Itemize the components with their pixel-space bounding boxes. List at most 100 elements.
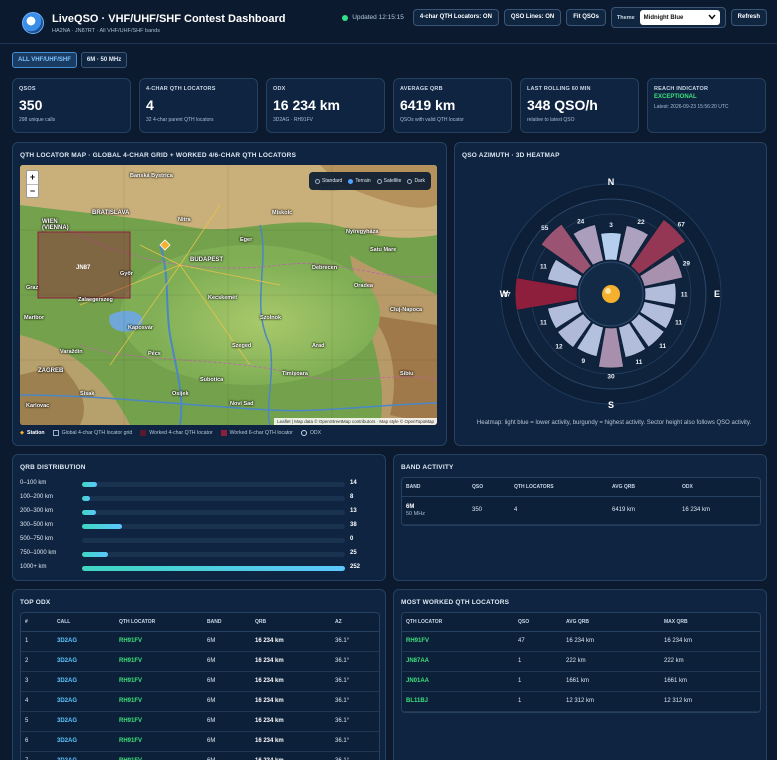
top-odx-table: # CALL QTH LOCATOR BAND QRB AZ 1 3D2AG RH9… — [21, 613, 379, 760]
qrb-bar-track — [82, 496, 345, 501]
band-cell: 6M 50 MHz — [402, 496, 468, 525]
zoom-out-button[interactable]: − — [27, 184, 38, 197]
map-city-label: Zalaegerszeg — [78, 297, 113, 303]
table-row[interactable]: JN87AA 1 222 km 222 km — [402, 651, 760, 672]
band-6m-button[interactable]: 6M · 50 MHz — [80, 52, 128, 68]
map-city-label: Szeged — [232, 343, 252, 349]
most-worked-panel: MOST WORKED QTH LOCATORS QTH LOCATOR QSO… — [393, 589, 767, 760]
call-cell[interactable]: 3D2AG — [53, 691, 115, 712]
map-city-label: Cluj-Napoca — [390, 307, 423, 313]
qrb-cell: 16 234 km — [251, 631, 331, 652]
rank-cell: 4 — [21, 691, 53, 712]
zoom-in-button[interactable]: + — [27, 171, 38, 184]
az-cell: 36.1° — [331, 711, 379, 732]
map-city-label: ZAGREB — [38, 368, 64, 374]
theme-dropdown[interactable]: Midnight Blue — [639, 10, 720, 25]
locator-cell[interactable]: RH91FV — [115, 631, 203, 652]
table-row[interactable]: 73D2AGRH91FV6M16 234 km36.1° — [21, 751, 379, 760]
stat-label: ODX — [273, 86, 286, 92]
col-header: MAX QRB — [660, 613, 760, 632]
locator-cell[interactable]: JN01AA — [402, 671, 514, 692]
rank-cell: 3 — [21, 671, 53, 692]
qrb-range-label: 750–1000 km — [20, 550, 57, 556]
locator-cell[interactable]: RH91FV — [402, 631, 514, 652]
theme-value: Midnight Blue — [643, 14, 684, 21]
locator-cell[interactable]: RH91FV — [115, 691, 203, 712]
update-status: Updated 12:15:15 — [342, 14, 404, 21]
legend-worked-4: Worked 4-char QTH locator — [140, 430, 213, 436]
az-cell: 36.1° — [331, 751, 379, 760]
qso-lines-toggle-button[interactable]: QSO Lines: ON — [503, 9, 562, 26]
radio-icon — [315, 178, 321, 184]
band-cell: 6M — [203, 671, 251, 692]
locators-toggle-button[interactable]: 4-char QTH Locators: ON — [412, 9, 499, 26]
theme-selector: Theme Midnight Blue — [610, 7, 726, 28]
fit-qsos-button[interactable]: Fit QSOs — [566, 9, 606, 26]
col-header: CALL — [53, 613, 115, 632]
col-header: AZ — [331, 613, 379, 632]
call-cell[interactable]: 3D2AG — [53, 631, 115, 652]
locator-cell[interactable]: RH91FV — [115, 711, 203, 732]
zoom-control: + − — [26, 170, 39, 198]
map-title: QTH LOCATOR MAP · GLOBAL 4-CHAR GRID + W… — [20, 152, 297, 159]
qrb-count: 8 — [350, 494, 354, 500]
legend-odx: ODX — [300, 430, 321, 436]
top-odx-table-wrap: # CALL QTH LOCATOR BAND QRB AZ 1 3D2AG RH9… — [20, 612, 380, 760]
azimuth-sector-count: 11 — [675, 319, 682, 326]
azimuth-sector-count: 11 — [540, 264, 547, 271]
qrb-row: 500–750 km 0 — [20, 535, 365, 545]
band-cell: 6M — [203, 651, 251, 672]
qso-cell: 350 — [468, 496, 510, 525]
map-attribution[interactable]: Leaflet | Map data © OpenStreetMap contr… — [274, 418, 437, 425]
max-qrb-cell: 16 234 km — [660, 631, 760, 652]
qth-locator-map[interactable]: JN87 Banská Bystrica BRATISLAVA WIEN (VI… — [20, 165, 437, 425]
map-city-label: Novi Sad — [230, 401, 254, 407]
call-cell[interactable]: 3D2AG — [53, 731, 115, 752]
call-cell[interactable]: 3D2AG — [53, 651, 115, 672]
map-style-option[interactable]: Satellite — [376, 178, 401, 184]
stat-value: 16 234 km — [273, 97, 340, 113]
table-row[interactable]: 1 3D2AG RH91FV 6M 16 234 km 36.1° — [21, 631, 379, 652]
qrb-range-label: 500–750 km — [20, 536, 54, 542]
locator-cell[interactable]: JN87AA — [402, 651, 514, 672]
app-logo-icon — [22, 12, 44, 34]
locator-cell[interactable]: RH91FV — [115, 671, 203, 692]
table-row[interactable]: 5 3D2AG RH91FV 6M 16 234 km 36.1° — [21, 711, 379, 732]
locator-cell[interactable]: BL11BJ — [402, 691, 514, 712]
locator-cell[interactable]: RH91FV — [115, 651, 203, 672]
table-row[interactable]: 4 3D2AG RH91FV 6M 16 234 km 36.1° — [21, 691, 379, 712]
map-style-option[interactable]: Dark — [407, 178, 425, 184]
refresh-button[interactable]: Refresh — [730, 9, 767, 26]
top-odx-panel: TOP ODX # CALL QTH LOCATOR BAND QRB AZ 1… — [12, 589, 386, 760]
band-all-button[interactable]: ALL VHF/UHF/SHF — [12, 52, 77, 68]
map-panel: QTH LOCATOR MAP · GLOBAL 4-CHAR GRID + W… — [12, 142, 447, 446]
rank-cell: 2 — [21, 651, 53, 672]
azimuth-sector-count: 11 — [636, 359, 643, 366]
azimuth-sector-count: 29 — [683, 260, 691, 267]
map-city-label: Satu Mare — [370, 247, 397, 253]
qrb-range-label: 300–500 km — [20, 522, 54, 528]
band-cell: 6M — [203, 731, 251, 752]
locator-cell[interactable]: RH91FV — [115, 751, 203, 760]
qso-cell: 47 — [514, 631, 562, 652]
azimuth-sector-count: 3 — [609, 222, 613, 229]
avg-qrb-cell: 1661 km — [562, 671, 660, 692]
call-cell[interactable]: 3D2AG — [53, 711, 115, 732]
azimuth-sector-count: 67 — [678, 221, 686, 228]
table-row[interactable]: RH91FV 47 16 234 km 16 234 km — [402, 631, 760, 652]
azimuth-sector-count: 9 — [582, 358, 586, 365]
table-row[interactable]: BL11BJ 1 12 312 km 12 312 km — [402, 691, 760, 712]
map-style-option[interactable]: Standard — [315, 178, 342, 184]
table-row[interactable]: 3 3D2AG RH91FV 6M 16 234 km 36.1° — [21, 671, 379, 692]
map-style-option[interactable]: Terrain — [348, 178, 371, 184]
table-row[interactable]: 2 3D2AG RH91FV 6M 16 234 km 36.1° — [21, 651, 379, 672]
locator-cell[interactable]: RH91FV — [115, 731, 203, 752]
worked4-swatch-icon — [140, 430, 147, 436]
call-cell[interactable]: 3D2AG — [53, 671, 115, 692]
table-row[interactable]: JN01AA 1 1661 km 1661 km — [402, 671, 760, 692]
map-city-label: Szolnok — [260, 315, 282, 321]
call-cell[interactable]: 3D2AG — [53, 751, 115, 760]
azimuth-title: QSO AZIMUTH · 3D HEATMAP — [462, 152, 560, 159]
table-row[interactable]: 6 3D2AG RH91FV 6M 16 234 km 36.1° — [21, 731, 379, 752]
radio-icon — [376, 178, 382, 184]
